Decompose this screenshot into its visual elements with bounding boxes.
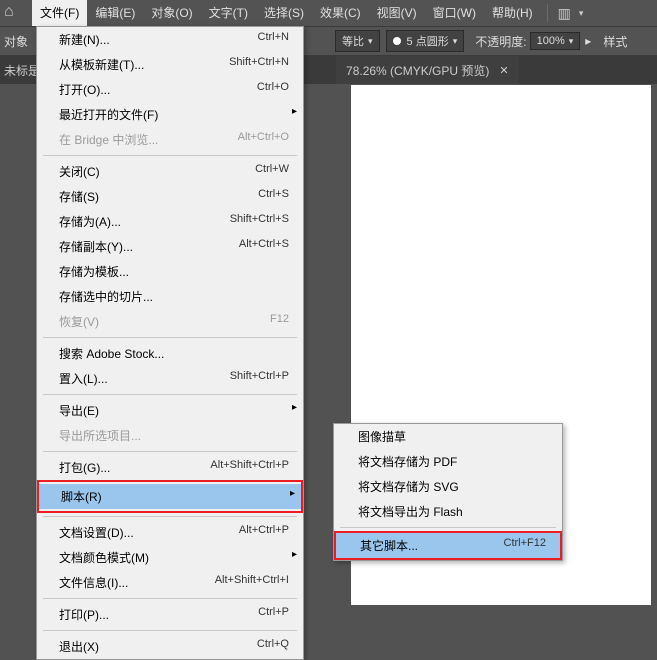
- align-value: 等比: [342, 33, 364, 49]
- close-icon[interactable]: ✕: [499, 64, 508, 77]
- menu-open[interactable]: 打开(O)...Ctrl+O: [37, 77, 303, 102]
- style-label[interactable]: 样式: [603, 33, 627, 50]
- menu-file[interactable]: 文件(F): [32, 0, 87, 26]
- separator: [43, 516, 297, 517]
- separator: [340, 527, 556, 528]
- chevron-right-icon[interactable]: ▸: [585, 34, 591, 48]
- menu-window[interactable]: 窗口(W): [425, 0, 484, 26]
- menu-package[interactable]: 打包(G)...Alt+Shift+Ctrl+P: [37, 455, 303, 480]
- submenu-other-scripts[interactable]: 其它脚本...Ctrl+F12: [336, 533, 560, 558]
- chevron-down-icon: ▾: [453, 36, 458, 47]
- separator: [43, 155, 297, 156]
- separator: [43, 630, 297, 631]
- menu-edit[interactable]: 编辑(E): [87, 0, 143, 26]
- menu-savetemplate[interactable]: 存储为模板...: [37, 259, 303, 284]
- menu-scripts[interactable]: 脚本(R)▸: [39, 484, 301, 509]
- chevron-down-icon: ▾: [368, 36, 373, 47]
- document-tab[interactable]: 78.26% (CMYK/GPU 预览) ✕: [336, 56, 519, 84]
- submenu-save-pdf[interactable]: 将文档存储为 PDF: [334, 449, 562, 474]
- menu-object[interactable]: 对象(O): [143, 0, 200, 26]
- submenu-export-flash[interactable]: 将文档导出为 Flash: [334, 499, 562, 524]
- menu-effect[interactable]: 效果(C): [312, 0, 369, 26]
- menu-fileinfo[interactable]: 文件信息(I)...Alt+Shift+Ctrl+I: [37, 570, 303, 595]
- menu-revert[interactable]: 恢复(V)F12: [37, 309, 303, 334]
- stroke-dropdown[interactable]: 5 点圆形 ▾: [386, 30, 465, 52]
- chevron-right-icon: ▸: [292, 106, 297, 117]
- stroke-value: 5 点圆形: [407, 33, 449, 49]
- menu-close[interactable]: 关闭(C)Ctrl+W: [37, 159, 303, 184]
- menu-savecopy[interactable]: 存储副本(Y)...Alt+Ctrl+S: [37, 234, 303, 259]
- highlight-box-scripts: 脚本(R)▸: [37, 480, 303, 513]
- opacity-value: 100%: [537, 35, 565, 47]
- menu-bridge[interactable]: 在 Bridge 中浏览...Alt+Ctrl+O: [37, 127, 303, 152]
- separator: [43, 394, 297, 395]
- chevron-right-icon: ▸: [290, 488, 295, 499]
- menu-colormode[interactable]: 文档颜色模式(M)▸: [37, 545, 303, 570]
- file-menu-dropdown: 新建(N)...Ctrl+N 从模板新建(T)...Shift+Ctrl+N 打…: [36, 26, 304, 660]
- menu-exportsel[interactable]: 导出所选项目...: [37, 423, 303, 448]
- menu-exit[interactable]: 退出(X)Ctrl+Q: [37, 634, 303, 659]
- submenu-save-svg[interactable]: 将文档存储为 SVG: [334, 474, 562, 499]
- menu-docsetup[interactable]: 文档设置(D)...Alt+Ctrl+P: [37, 520, 303, 545]
- align-dropdown[interactable]: 等比 ▾: [335, 30, 380, 52]
- menubar: 文件(F) 编辑(E) 对象(O) 文字(T) 选择(S) 效果(C) 视图(V…: [0, 0, 657, 26]
- highlight-box-other-scripts: 其它脚本...Ctrl+F12: [334, 531, 562, 560]
- home-icon[interactable]: ⌂: [4, 3, 14, 21]
- submenu-image-trace[interactable]: 图像描草: [334, 424, 562, 449]
- toolbar-context-label: 对象: [4, 33, 28, 50]
- menu-saveselslice[interactable]: 存储选中的切片...: [37, 284, 303, 309]
- opacity-input[interactable]: 100% ▾: [530, 32, 581, 50]
- menu-new[interactable]: 新建(N)...Ctrl+N: [37, 27, 303, 52]
- chevron-down-icon[interactable]: ▾: [579, 8, 584, 19]
- separator: [43, 598, 297, 599]
- separator: [43, 451, 297, 452]
- menu-save[interactable]: 存储(S)Ctrl+S: [37, 184, 303, 209]
- menu-place[interactable]: 置入(L)...Shift+Ctrl+P: [37, 366, 303, 391]
- menu-select[interactable]: 选择(S): [256, 0, 312, 26]
- menu-text[interactable]: 文字(T): [201, 0, 256, 26]
- menu-view[interactable]: 视图(V): [369, 0, 425, 26]
- layout-icon[interactable]: ▥: [558, 5, 571, 22]
- menu-saveas[interactable]: 存储为(A)...Shift+Ctrl+S: [37, 209, 303, 234]
- separator: [547, 4, 548, 22]
- opacity-label: 不透明度:: [475, 33, 526, 50]
- chevron-down-icon: ▾: [569, 36, 574, 47]
- menu-new-template[interactable]: 从模板新建(T)...Shift+Ctrl+N: [37, 52, 303, 77]
- dot-icon: [393, 37, 401, 45]
- menu-print[interactable]: 打印(P)...Ctrl+P: [37, 602, 303, 627]
- scripts-submenu: 图像描草 将文档存储为 PDF 将文档存储为 SVG 将文档导出为 Flash …: [333, 423, 563, 561]
- menu-help[interactable]: 帮助(H): [484, 0, 541, 26]
- tab-title: 78.26% (CMYK/GPU 预览): [346, 62, 489, 79]
- chevron-right-icon: ▸: [292, 402, 297, 413]
- separator: [43, 337, 297, 338]
- menu-export[interactable]: 导出(E)▸: [37, 398, 303, 423]
- chevron-right-icon: ▸: [292, 549, 297, 560]
- menu-adobestock[interactable]: 搜索 Adobe Stock...: [37, 341, 303, 366]
- menu-recent[interactable]: 最近打开的文件(F)▸: [37, 102, 303, 127]
